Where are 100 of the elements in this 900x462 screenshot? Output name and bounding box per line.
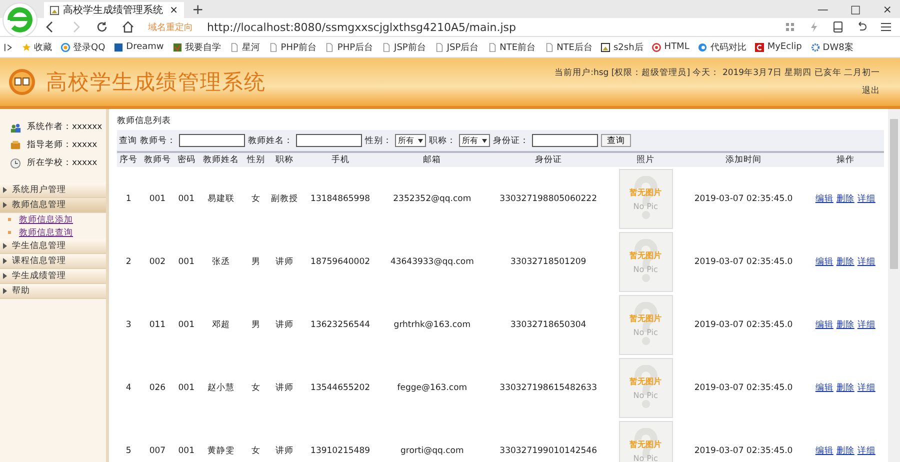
table-cell: grorti@qq.com bbox=[400, 446, 464, 456]
action-link[interactable]: 删除 bbox=[836, 192, 854, 204]
no-photo-text: 暂无图片 bbox=[630, 438, 662, 450]
action-link[interactable]: 编辑 bbox=[815, 256, 834, 268]
action-link[interactable]: 编辑 bbox=[815, 192, 834, 204]
window-control-button[interactable]: × bbox=[882, 2, 892, 16]
menu-icon[interactable] bbox=[880, 21, 892, 33]
table-cell: 330327198805060222 bbox=[500, 194, 597, 204]
new-tab-button[interactable]: + bbox=[184, 2, 212, 18]
action-link[interactable]: 详细 bbox=[857, 382, 876, 394]
bookmark-link[interactable]: DW8案 bbox=[810, 40, 854, 54]
bookmark-link[interactable]: 收藏 bbox=[22, 40, 52, 54]
menu-group[interactable]: 帮助 bbox=[0, 284, 106, 299]
no-photo-text: No Pic bbox=[633, 202, 658, 210]
table-cell: 男 bbox=[251, 256, 260, 266]
clock-icon bbox=[10, 158, 21, 168]
column-header: 序号 bbox=[117, 153, 140, 167]
table-cell: 4 bbox=[126, 382, 132, 392]
reload-icon[interactable] bbox=[96, 21, 108, 33]
close-tab-button[interactable]: × bbox=[170, 4, 178, 16]
input-field[interactable] bbox=[296, 134, 362, 147]
action-link[interactable]: 编辑 bbox=[815, 444, 834, 456]
column-header: 教师号 bbox=[140, 153, 175, 167]
table-cell: 026 bbox=[149, 382, 166, 392]
table-cell: 讲师 bbox=[276, 446, 294, 456]
input-field[interactable] bbox=[179, 134, 245, 147]
bookmark-link[interactable]: Dreamw bbox=[114, 42, 164, 52]
table-cell: fegge@163.com bbox=[397, 382, 468, 392]
table-cell: 邓超 bbox=[212, 320, 230, 330]
caret-icon bbox=[3, 273, 7, 279]
scrollbar[interactable] bbox=[888, 109, 900, 462]
dropdown[interactable]: 所有 bbox=[395, 134, 426, 147]
system-title: 高校学生成绩管理系统 bbox=[46, 69, 267, 96]
table-cell: 001 bbox=[178, 256, 194, 266]
menu-group[interactable]: 教师信息管理 bbox=[0, 198, 106, 213]
action-link[interactable]: 删除 bbox=[836, 256, 854, 268]
tablet-icon[interactable] bbox=[832, 21, 844, 33]
action-link[interactable]: 详细 bbox=[857, 444, 876, 456]
browser-tab[interactable]: 高校学生成绩管理系统 × bbox=[44, 2, 184, 18]
menu-group[interactable]: 课程信息管理 bbox=[0, 254, 106, 269]
bookmark-link[interactable]: PHP前台 bbox=[268, 40, 316, 54]
table-cell: 女 bbox=[251, 446, 260, 456]
action-link[interactable]: 删除 bbox=[836, 318, 854, 330]
table-cell: 2019-03-07 02:35:45.0 bbox=[694, 382, 793, 392]
bookmark-link[interactable]: JSP后台 bbox=[434, 40, 479, 54]
table-cell: 330327199010142546 bbox=[500, 446, 597, 456]
search-button[interactable]: 查询 bbox=[601, 134, 631, 147]
bookmark-link[interactable]: NTE前台 bbox=[488, 40, 536, 54]
field-label: 性别： bbox=[365, 134, 392, 146]
caret-icon bbox=[3, 288, 7, 294]
bookmark-link[interactable]: s2sh后 bbox=[601, 40, 644, 54]
no-photo-text: 暂无图片 bbox=[630, 376, 662, 386]
query-label: 查询 bbox=[119, 134, 137, 146]
action-link[interactable]: 详细 bbox=[857, 256, 876, 268]
input-field[interactable] bbox=[532, 134, 598, 147]
menu-group[interactable]: 系统用户管理 bbox=[0, 183, 106, 198]
bookmark-link[interactable]: JSP前台 bbox=[382, 40, 426, 54]
menu-group[interactable]: 学生成绩管理 bbox=[0, 269, 106, 284]
table-cell: 男 bbox=[251, 320, 260, 330]
bookmark-link[interactable]: NTE后台 bbox=[544, 40, 592, 54]
no-photo-text: No Pic bbox=[633, 264, 658, 274]
undo-icon[interactable] bbox=[856, 21, 868, 33]
table-cell: 007 bbox=[149, 446, 166, 456]
field-label: 教师姓名： bbox=[248, 134, 293, 146]
action-link[interactable]: 编辑 bbox=[815, 382, 834, 394]
dropdown[interactable]: 所有 bbox=[459, 134, 490, 147]
table-cell: 女 bbox=[251, 382, 260, 392]
menu-group[interactable]: 学生信息管理 bbox=[0, 239, 106, 254]
bookmark-link[interactable]: PHP后台 bbox=[325, 40, 374, 54]
table-cell: 赵小慧 bbox=[208, 382, 235, 392]
action-link[interactable]: 编辑 bbox=[815, 318, 834, 330]
action-link[interactable]: 详细 bbox=[857, 192, 876, 204]
column-header: 手机 bbox=[302, 153, 379, 167]
table-cell: 330327198615482633 bbox=[500, 382, 597, 392]
table-cell: 011 bbox=[149, 320, 166, 330]
logout-link[interactable]: 退出 bbox=[862, 85, 880, 97]
sidebar-toggle-icon[interactable] bbox=[4, 42, 13, 52]
action-link[interactable]: 删除 bbox=[836, 444, 854, 456]
window-control-button[interactable]: □ bbox=[850, 2, 861, 16]
bookmark-link[interactable]: HTML bbox=[652, 42, 690, 52]
bookmark-link[interactable]: 代码对比 bbox=[698, 40, 746, 54]
column-header: 密码 bbox=[174, 153, 198, 167]
window-control-button[interactable]: — bbox=[817, 2, 828, 16]
bookmark-link[interactable]: 登录QQ bbox=[61, 40, 106, 54]
address-field[interactable]: http://localhost:8080/ssmgxxscjglxthsg4210A5/main.jsp bbox=[207, 20, 770, 34]
action-link[interactable]: 删除 bbox=[836, 382, 854, 394]
bookmark-link[interactable]: 星河 bbox=[230, 40, 260, 54]
home-icon[interactable] bbox=[122, 21, 134, 33]
action-link[interactable]: 详细 bbox=[857, 318, 876, 330]
column-header: 身份证 bbox=[486, 153, 611, 167]
bookmark-link[interactable]: MyEclip bbox=[755, 42, 802, 52]
page-icon bbox=[434, 42, 444, 52]
table-cell: 1 bbox=[126, 194, 132, 204]
caret-icon bbox=[482, 138, 487, 142]
bookmark-link[interactable]: 我要自学 bbox=[172, 40, 221, 54]
field-label: 职称： bbox=[429, 134, 456, 146]
square-icon bbox=[114, 42, 124, 52]
grid-icon[interactable] bbox=[784, 21, 796, 33]
menu-link[interactable]: 教师信息添加 bbox=[19, 214, 73, 226]
menu-link[interactable]: 教师信息查询 bbox=[19, 226, 73, 238]
